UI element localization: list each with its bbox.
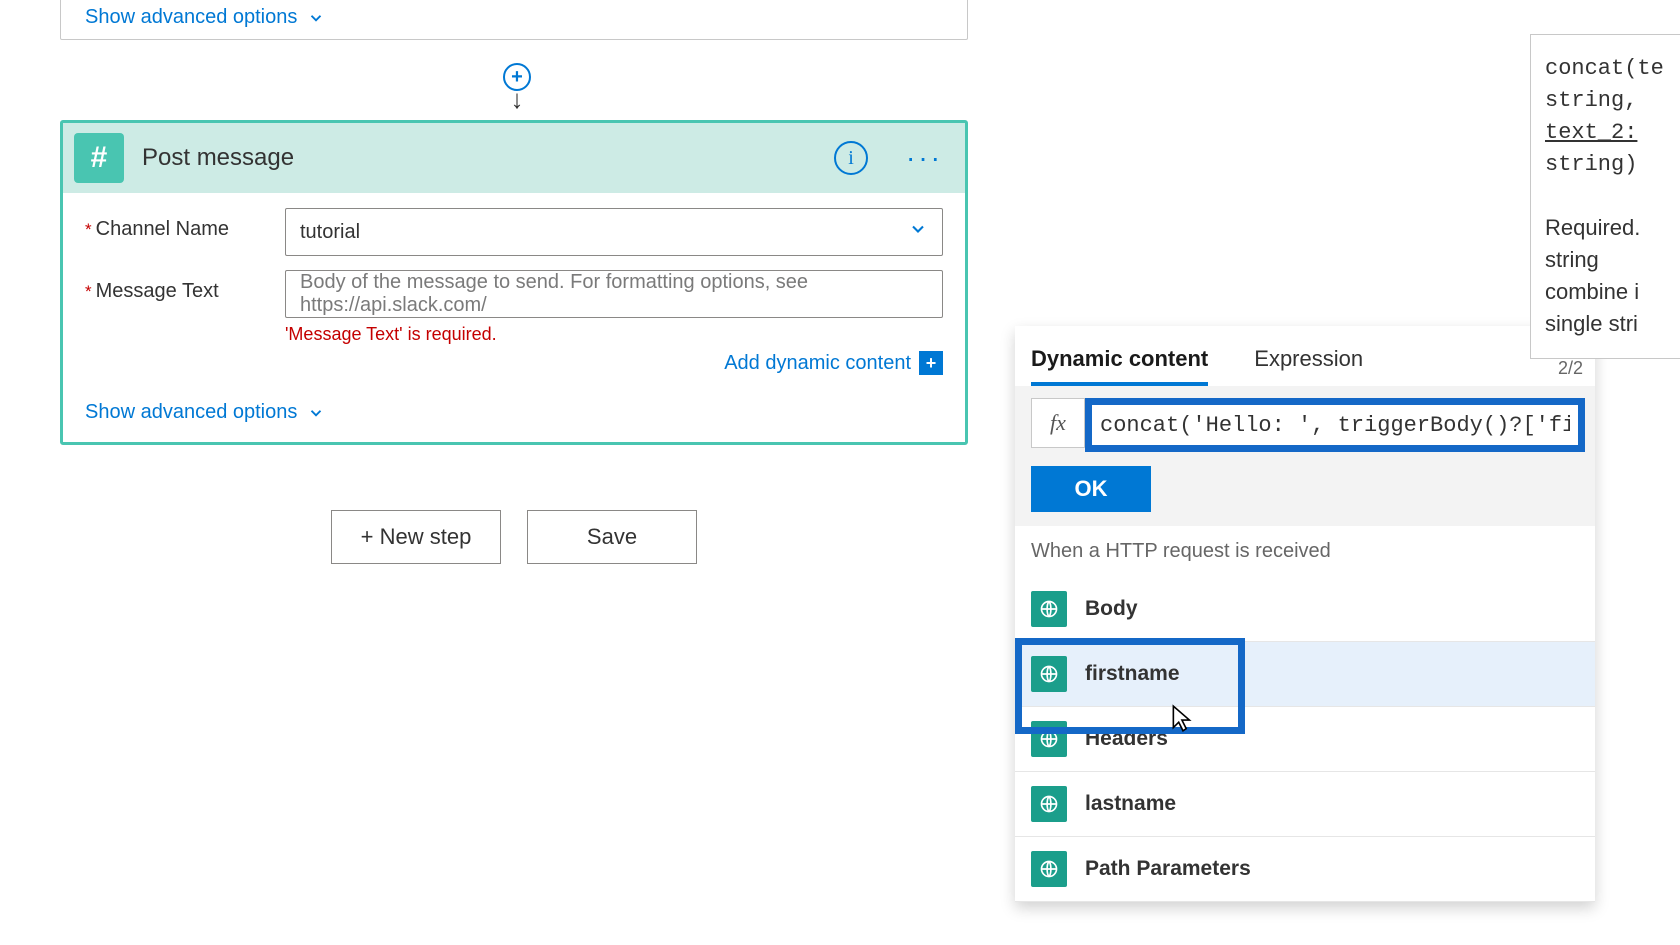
connector-add-step: + ↓ xyxy=(502,63,532,109)
dynamic-item-headers[interactable]: Headers xyxy=(1015,707,1595,772)
dynamic-item-lastname[interactable]: lastname xyxy=(1015,772,1595,837)
dynamic-content-panel: Dynamic content Expression ▲ 2/2 fx OK W… xyxy=(1015,326,1595,902)
expression-input[interactable] xyxy=(1094,407,1576,443)
add-dynamic-plus-icon[interactable]: + xyxy=(919,351,943,375)
message-text-row: *Message Text Body of the message to sen… xyxy=(85,270,943,375)
new-step-button[interactable]: + New step xyxy=(331,510,501,564)
channel-name-value: tutorial xyxy=(300,221,360,244)
channel-name-select[interactable]: tutorial xyxy=(285,208,943,256)
dynamic-source-list: Body firstname Headers lastname Path Par… xyxy=(1015,577,1595,902)
info-icon[interactable]: i xyxy=(834,141,868,175)
tooltip-desc2: string xyxy=(1545,244,1680,276)
http-trigger-icon xyxy=(1031,656,1067,692)
message-text-error: 'Message Text' is required. xyxy=(285,324,943,345)
dynamic-item-label: firstname xyxy=(1085,662,1180,686)
dynamic-item-body[interactable]: Body xyxy=(1015,577,1595,642)
dynamic-item-label: lastname xyxy=(1085,792,1176,816)
mouse-cursor-icon xyxy=(1170,704,1196,734)
chevron-down-icon xyxy=(307,404,325,422)
tooltip-desc1: Required. xyxy=(1545,212,1680,244)
tooltip-line4: string) xyxy=(1545,149,1680,181)
card-title: Post message xyxy=(142,144,816,172)
show-advanced-options-link-2[interactable]: Show advanced options xyxy=(85,401,325,424)
tooltip-line2: string, xyxy=(1545,85,1680,117)
tooltip-line1: concat(te xyxy=(1545,53,1680,85)
function-tooltip: concat(te string, text_2: string) Requir… xyxy=(1530,34,1680,359)
http-trigger-icon xyxy=(1031,851,1067,887)
previous-action-card: Show advanced options xyxy=(60,0,968,40)
expression-input-highlight xyxy=(1085,398,1585,452)
show-advanced-options-label-2: Show advanced options xyxy=(85,401,297,424)
post-message-card: # Post message i ··· *Channel Name tutor… xyxy=(60,120,968,445)
tooltip-line3: text_2: xyxy=(1545,117,1680,149)
show-advanced-options-link[interactable]: Show advanced options xyxy=(85,6,325,29)
tooltip-desc4: single stri xyxy=(1545,308,1680,340)
http-trigger-icon xyxy=(1031,786,1067,822)
message-text-placeholder: Body of the message to send. For formatt… xyxy=(300,271,892,317)
save-button[interactable]: Save xyxy=(527,510,697,564)
dynamic-item-label: Body xyxy=(1085,597,1138,621)
tab-dynamic-content[interactable]: Dynamic content xyxy=(1031,336,1208,386)
channel-name-row: *Channel Name tutorial xyxy=(85,208,943,256)
tooltip-desc3: combine i xyxy=(1545,276,1680,308)
fx-icon: fx xyxy=(1031,398,1085,448)
ok-button[interactable]: OK xyxy=(1031,466,1151,512)
channel-name-label: *Channel Name xyxy=(85,208,285,241)
message-text-input[interactable]: Body of the message to send. For formatt… xyxy=(285,270,943,318)
designer-footer: + New step Save xyxy=(60,510,968,564)
dynamic-item-label: Headers xyxy=(1085,727,1168,751)
add-dynamic-content-link[interactable]: Add dynamic content xyxy=(724,352,911,375)
pager-text: 2/2 xyxy=(1558,358,1583,379)
arrow-down-icon: ↓ xyxy=(511,89,524,109)
show-advanced-options-label: Show advanced options xyxy=(85,6,297,29)
dynamic-source-title: When a HTTP request is received xyxy=(1015,526,1595,577)
dynamic-item-label: Path Parameters xyxy=(1085,857,1251,881)
message-text-label: *Message Text xyxy=(85,270,285,303)
slack-icon: # xyxy=(74,133,124,183)
chevron-down-icon xyxy=(908,219,928,239)
tab-expression[interactable]: Expression xyxy=(1254,336,1363,386)
more-actions-icon[interactable]: ··· xyxy=(906,142,943,174)
dynamic-item-firstname[interactable]: firstname xyxy=(1015,642,1595,707)
http-trigger-icon xyxy=(1031,591,1067,627)
card-header[interactable]: # Post message i ··· xyxy=(63,123,965,193)
dynamic-item-path-parameters[interactable]: Path Parameters xyxy=(1015,837,1595,902)
http-trigger-icon xyxy=(1031,721,1067,757)
chevron-down-icon xyxy=(307,9,325,27)
